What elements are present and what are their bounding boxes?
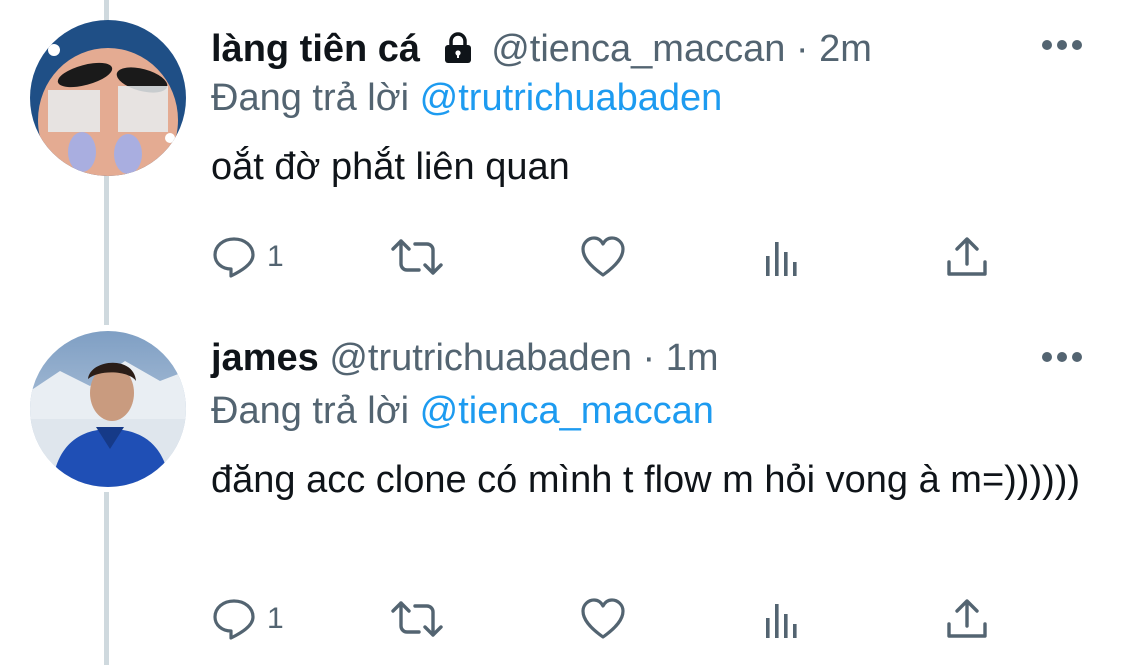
retweet-button[interactable] <box>388 232 446 282</box>
tweet-text: oắt đờ phắt liên quan <box>211 146 570 188</box>
tweet[interactable]: làng tiên cá @tienca_maccan · 2m Đang tr… <box>0 0 1125 320</box>
separator-dot: · <box>795 28 809 70</box>
reply-icon <box>211 596 257 642</box>
mention-link[interactable]: @tienca_maccan <box>420 390 714 432</box>
views-button[interactable] <box>764 594 804 644</box>
more-icon[interactable] <box>1040 350 1084 364</box>
user-handle[interactable]: @tienca_maccan <box>491 28 785 70</box>
reply-count: 1 <box>267 602 284 635</box>
share-icon <box>944 596 990 642</box>
reply-button[interactable]: 1 <box>211 594 284 644</box>
action-bar: 1 <box>211 594 1011 644</box>
reply-count: 1 <box>267 240 284 273</box>
avatar[interactable] <box>30 20 186 176</box>
replying-to-label: Đang trả lời <box>211 77 410 119</box>
display-name[interactable]: james <box>211 337 319 379</box>
timestamp[interactable]: 1m <box>666 337 719 379</box>
share-button[interactable] <box>944 232 990 282</box>
views-button[interactable] <box>764 232 804 282</box>
action-bar: 1 <box>211 232 1011 282</box>
separator-dot: · <box>642 337 656 379</box>
replying-to-line: Đang trả lời @trutrichuabaden <box>211 76 722 120</box>
user-handle[interactable]: @trutrichuabaden <box>329 337 632 379</box>
retweet-icon <box>388 596 446 642</box>
replying-to-label: Đang trả lời <box>211 390 410 432</box>
like-icon <box>579 596 627 642</box>
timestamp[interactable]: 2m <box>819 28 872 70</box>
retweet-icon <box>388 234 446 280</box>
avatar[interactable] <box>30 331 186 487</box>
share-button[interactable] <box>944 594 990 644</box>
reply-button[interactable]: 1 <box>211 232 284 282</box>
views-icon <box>764 234 804 280</box>
share-icon <box>944 234 990 280</box>
retweet-button[interactable] <box>388 594 446 644</box>
tweet-header: james @trutrichuabaden · 1m <box>211 336 719 380</box>
display-name[interactable]: làng tiên cá <box>211 28 420 70</box>
like-button[interactable] <box>579 232 627 282</box>
views-icon <box>764 596 804 642</box>
replying-to-line: Đang trả lời @tienca_maccan <box>211 389 714 433</box>
like-icon <box>579 234 627 280</box>
mention-link[interactable]: @trutrichuabaden <box>420 77 723 119</box>
like-button[interactable] <box>579 594 627 644</box>
lock-icon <box>441 31 475 75</box>
more-icon[interactable] <box>1040 38 1084 52</box>
reply-icon <box>211 234 257 280</box>
tweet-header: làng tiên cá @tienca_maccan · 2m <box>211 27 872 75</box>
tweet-text: đăng acc clone có mình t flow m hỏi vong… <box>211 459 1081 501</box>
tweet[interactable]: james @trutrichuabaden · 1m Đang trả lời… <box>0 320 1125 665</box>
